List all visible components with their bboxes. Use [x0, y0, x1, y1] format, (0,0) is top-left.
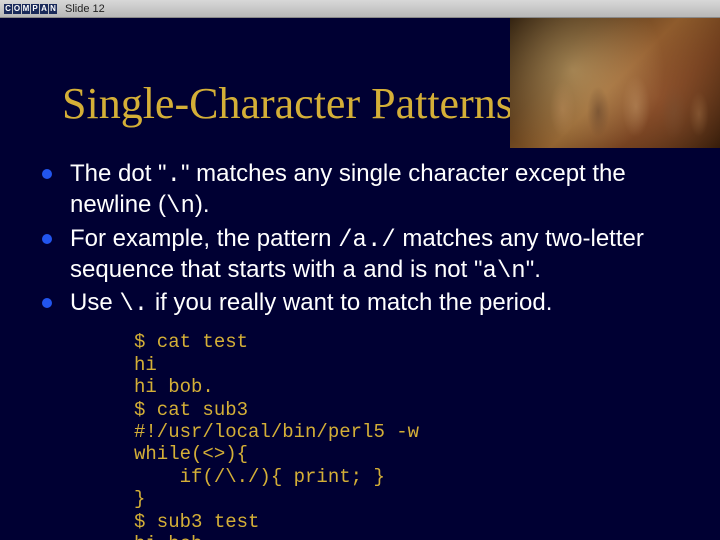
slide-number-label: Slide 12 — [65, 3, 105, 15]
top-toolbar: C O M P A N Slide 12 — [0, 0, 720, 18]
text: The dot " — [70, 160, 167, 187]
decorative-painting-image — [510, 18, 720, 148]
inline-code: a\n — [483, 258, 526, 285]
inline-code: \n — [166, 193, 195, 220]
app-logo: C O M P A N — [4, 4, 57, 14]
inline-code: /a./ — [338, 227, 396, 254]
logo-letter: M — [22, 4, 30, 14]
bullet-item: The dot "." matches any single character… — [36, 159, 692, 222]
logo-letter: C — [4, 4, 12, 14]
logo-letter: P — [31, 4, 39, 14]
slide-body: The dot "." matches any single character… — [0, 129, 720, 540]
text: and is not " — [357, 256, 483, 283]
inline-code: . — [167, 162, 181, 189]
logo-letter: O — [13, 4, 21, 14]
text: For example, the pattern — [70, 225, 338, 252]
logo-letter: A — [40, 4, 48, 14]
text: if you really want to match the period. — [148, 289, 552, 316]
text: ). — [195, 191, 210, 218]
inline-code: \. — [119, 291, 148, 318]
inline-code: a — [342, 258, 356, 285]
terminal-code-block: $ cat test hi hi bob. $ cat sub3 #!/usr/… — [36, 321, 692, 540]
bullet-list: The dot "." matches any single character… — [36, 159, 692, 319]
bullet-item: For example, the pattern /a./ matches an… — [36, 224, 692, 287]
bullet-item: Use \. if you really want to match the p… — [36, 288, 692, 319]
text: Use — [70, 289, 119, 316]
text: ". — [526, 256, 541, 283]
logo-letter: N — [49, 4, 57, 14]
